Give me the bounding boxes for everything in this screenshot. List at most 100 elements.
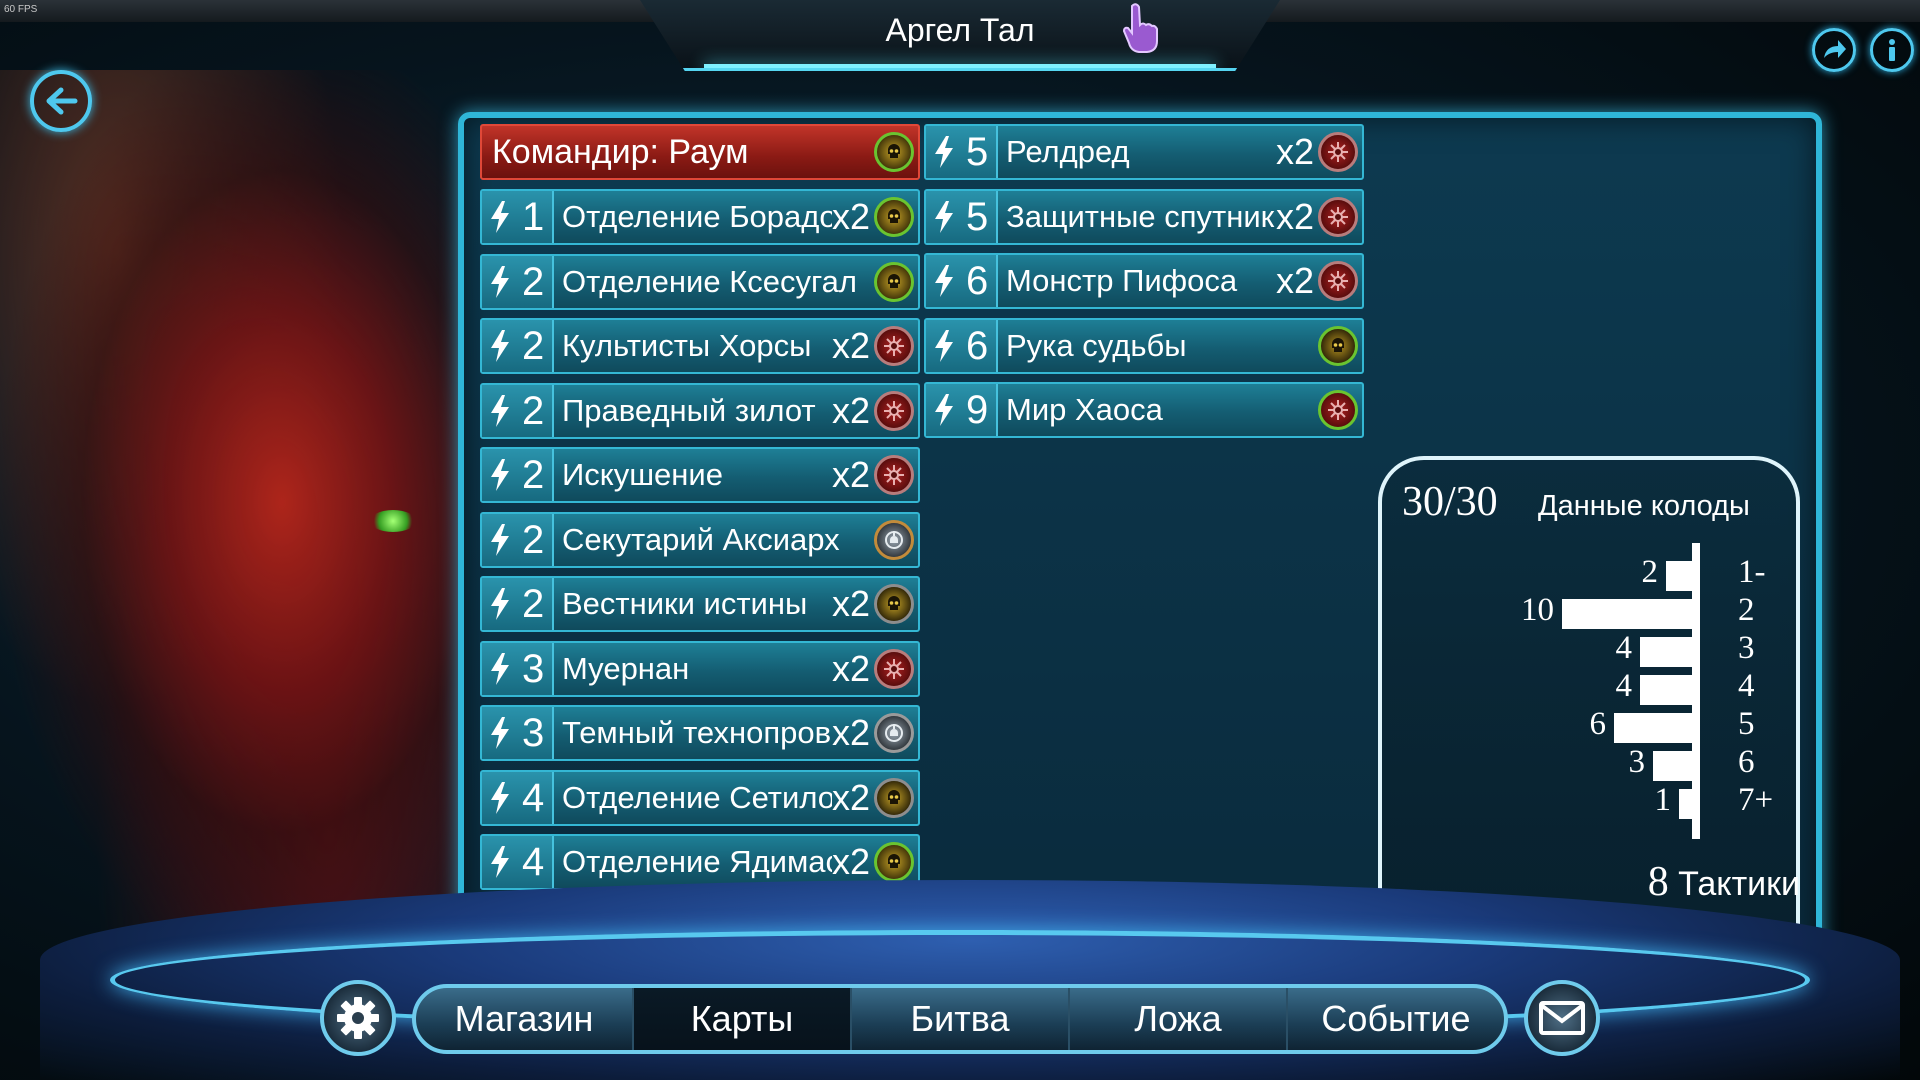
cost-block: 5 (926, 190, 998, 243)
card-count: x2 (831, 647, 870, 689)
lightning-bolt-icon (491, 588, 509, 620)
curve-cost-label: 2 (1738, 592, 1755, 628)
lightning-bolt-icon (935, 136, 953, 168)
card-row[interactable]: 4 Отделение Сетилон x2 (480, 769, 920, 826)
curve-bar (1653, 751, 1692, 781)
card-row[interactable]: 2 Отделение Ксесугал (480, 253, 920, 310)
chaos-star-icon (874, 390, 914, 431)
card-count: x2 (831, 325, 870, 366)
card-row[interactable]: 1 Отделение Борадол x2 (480, 189, 920, 245)
info-button[interactable] (1870, 28, 1914, 72)
cost-block: 4 (482, 836, 554, 888)
curve-bar (1562, 599, 1692, 629)
mail-button[interactable] (1524, 980, 1600, 1056)
card-name: Рука судьбы (1006, 327, 1187, 363)
card-cost: 2 (522, 388, 545, 433)
card-cost: 2 (522, 582, 545, 626)
card-row[interactable]: 3 Муернан x2 (480, 640, 920, 697)
tactics-number: 8 (1647, 859, 1669, 905)
card-row[interactable]: 6 Монстр Пифоса x2 (924, 253, 1364, 309)
card-row[interactable]: 2 Секутарий Аксиарх (480, 511, 920, 568)
tactics-count: 8 Тактики (1648, 858, 1800, 906)
curve-value: 4 (1615, 668, 1633, 704)
cost-block: 3 (482, 642, 554, 695)
commander-row[interactable]: Командир: Раум (480, 124, 920, 180)
curve-value: 10 (1521, 592, 1554, 628)
chaos-star-icon (874, 648, 914, 689)
lightning-bolt-icon (491, 394, 509, 427)
cost-block: 1 (482, 191, 554, 243)
nav-shop[interactable]: Магазин (416, 988, 634, 1050)
mechanicus-icon (874, 519, 914, 560)
lightning-bolt-icon (491, 846, 509, 878)
fps-counter: 60 FPS (4, 4, 38, 15)
card-row[interactable]: 5 Защитные спутники x2 (924, 188, 1364, 245)
card-name: Вестники истины (562, 586, 808, 621)
envelope-icon (1539, 1001, 1585, 1035)
main-navbar: Магазин Карты Битва Ложа Событие (412, 984, 1508, 1054)
guard-skull-icon (874, 777, 914, 818)
nav-event[interactable]: Событие (1288, 988, 1504, 1050)
nav-cards[interactable]: Карты (634, 988, 852, 1050)
card-count: x2 (831, 454, 870, 495)
curve-cost-label: 4 (1738, 668, 1755, 704)
card-row[interactable]: 9 Мир Хаоса (924, 382, 1364, 438)
card-cost: 6 (966, 323, 989, 368)
curve-cost-label: 5 (1738, 706, 1755, 742)
guard-skull-icon (874, 261, 914, 302)
card-cost: 1 (522, 195, 545, 239)
card-count: x2 (1275, 131, 1314, 172)
card-row[interactable]: 2 Культисты Хорсы x2 (480, 318, 920, 374)
card-row[interactable]: 5 Релдред x2 (924, 124, 1364, 180)
player-name: Аргел Тал (885, 12, 1035, 48)
curve-cost-label: 6 (1738, 744, 1755, 780)
curve-cost-label: 1- (1738, 554, 1766, 590)
guard-skull-icon (874, 584, 914, 624)
curve-value: 1 (1654, 782, 1672, 818)
card-name: Секутарий Аксиарх (562, 521, 840, 557)
card-name: Монстр Пифоса (1006, 263, 1238, 298)
mechanicus-icon (874, 713, 914, 753)
chaos-star-icon (874, 455, 914, 495)
card-row[interactable]: 2 Искушение x2 (480, 447, 920, 503)
curve-value: 3 (1628, 744, 1646, 780)
lightning-bolt-icon (935, 265, 953, 297)
card-cost: 6 (966, 259, 989, 303)
guard-skull-icon (874, 132, 914, 172)
back-button[interactable] (30, 70, 92, 132)
guard-skull-icon (874, 842, 914, 882)
curve-value: 6 (1589, 706, 1607, 742)
card-row[interactable]: 3 Темный технопровидецx2 (480, 705, 920, 761)
card-row[interactable]: 2 Вестники истины x2 (480, 576, 920, 632)
card-name: Отделение Сетилон (562, 779, 832, 815)
cost-block: 4 (482, 771, 554, 824)
lightning-bolt-icon (935, 329, 953, 362)
cost-block: 2 (482, 384, 554, 437)
chaos-star-icon (1318, 261, 1358, 301)
guard-skull-icon (874, 197, 914, 237)
card-cost: 2 (522, 324, 545, 368)
card-name: Отделение Ксесугал (562, 263, 857, 299)
cost-block: 6 (926, 255, 998, 307)
card-name: Темный технопровидец (562, 715, 832, 750)
card-row[interactable]: 6 Рука судьбы (924, 317, 1364, 374)
creature-artwork (0, 70, 470, 970)
cost-block: 2 (482, 449, 554, 501)
nav-battle[interactable]: Битва (852, 988, 1070, 1050)
card-name: Отделение Ядимас (562, 844, 832, 879)
card-cost: 4 (522, 775, 545, 820)
card-cost: 2 (522, 259, 545, 304)
deck-data-label: Данные колоды (1538, 490, 1750, 522)
lightning-bolt-icon (491, 652, 509, 685)
card-row[interactable]: 2 Праведный зилот x2 (480, 382, 920, 439)
lightning-bolt-icon (935, 394, 953, 426)
chaos-star-icon (1318, 196, 1358, 237)
settings-button[interactable] (320, 980, 396, 1056)
card-count: x2 (1275, 260, 1314, 301)
cost-block: 6 (926, 319, 998, 372)
card-count: x2 (1275, 195, 1314, 237)
nav-lodge[interactable]: Ложа (1070, 988, 1288, 1050)
lightning-bolt-icon (491, 717, 509, 749)
share-button[interactable] (1812, 28, 1856, 72)
card-cost: 9 (966, 388, 989, 432)
